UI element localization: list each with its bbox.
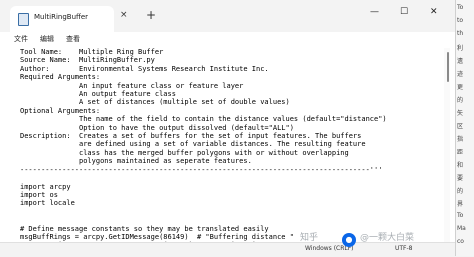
code-line: The name of the field to contain the dis… — [20, 115, 387, 124]
code-line: A set of distances (multiple set of doub… — [20, 98, 290, 107]
code-line: import locale — [20, 199, 75, 208]
status-bar: Windows (CRLF) UTF-8 — [0, 242, 455, 257]
side-panel-text: 距 — [457, 149, 464, 156]
menu-edit[interactable]: 编辑 — [40, 34, 54, 44]
code-line: # Define message constants so they may b… — [20, 224, 269, 233]
code-text: Tool Name: Multiple Ring Buffer Source Na… — [20, 48, 387, 242]
side-panel-text: th — [457, 30, 464, 37]
menu-file[interactable]: 文件 — [14, 34, 28, 44]
watermark-site: 知乎 — [300, 233, 319, 243]
notepad-window: MultiRingBuffer × + — ☐ ✕ 文件 编辑 查看 Tool … — [0, 0, 456, 257]
side-panel-text: 要 — [457, 175, 464, 182]
side-panel-text: 遗 — [457, 58, 464, 65]
code-line: ----------------------------------------… — [20, 165, 383, 174]
code-line: Source Name: MultiRingBuffer.py — [20, 56, 155, 65]
side-panel-text: Ma — [457, 225, 466, 232]
side-panel-text: 的 — [457, 97, 464, 104]
side-panel-text: 利 — [457, 45, 464, 52]
code-line: An output feature class — [20, 90, 176, 99]
menu-view[interactable]: 查看 — [66, 34, 80, 44]
code-line: class has the merged buffer polygons wit… — [20, 148, 349, 157]
encoding-status: UTF-8 — [395, 245, 413, 252]
tab-multiringbuffer[interactable]: MultiRingBuffer — [10, 6, 114, 32]
side-panel-text: 矢 — [457, 110, 464, 117]
zhihu-user-icon: ● — [342, 233, 356, 247]
minimize-icon[interactable]: — — [370, 6, 379, 18]
tab-close-icon[interactable]: × — [120, 10, 128, 20]
side-panel-text: 的 — [457, 188, 464, 195]
code-line: import arcpy — [20, 182, 71, 191]
side-panel-text: 迹 — [457, 71, 464, 78]
side-panel-text: 更 — [457, 84, 464, 91]
side-panel-text: 指 — [457, 136, 464, 143]
side-panel-text: To — [457, 212, 464, 219]
side-panel-text: To — [457, 4, 464, 11]
side-panel-text: to — [457, 17, 464, 24]
scrollbar-thumb[interactable] — [447, 52, 449, 82]
tab-title: MultiRingBuffer — [34, 13, 89, 21]
text-editor[interactable]: Tool Name: Multiple Ring Buffer Source Na… — [0, 48, 440, 242]
code-line: import os — [20, 190, 58, 199]
side-panel-text: co — [457, 238, 464, 245]
close-icon[interactable]: ✕ — [430, 6, 438, 18]
watermark-author: @一颗大白菜 — [360, 233, 415, 243]
side-panel-text: 区 — [457, 123, 464, 130]
code-line: Optional Arguments: — [20, 106, 101, 115]
code-line: Option to have the output dissolved (def… — [20, 123, 294, 132]
title-bar: MultiRingBuffer × + — ☐ ✕ — [0, 0, 455, 32]
code-line: Tool Name: Multiple Ring Buffer — [20, 48, 164, 56]
side-panel: To to th 利遗迹更的矢区指距和要的界 To Ma co — [456, 0, 474, 256]
menu-bar: 文件 编辑 查看 — [0, 32, 455, 48]
maximize-icon[interactable]: ☐ — [400, 6, 408, 18]
side-panel-text: 和 — [457, 162, 464, 169]
code-line: An input feature class or feature layer — [20, 81, 244, 90]
code-line: Author: Environmental Systems Research I… — [20, 64, 269, 73]
side-panel-text: 界 — [457, 201, 464, 208]
code-line: msgBuffRings = arcpy.GetIDMessage(86149)… — [20, 232, 294, 241]
code-line: Description: Creates a set of buffers fo… — [20, 132, 362, 141]
code-line: polygons maintained as seperate features… — [20, 157, 252, 166]
notepad-icon — [18, 13, 29, 26]
code-line: are defined using a set of variable dist… — [20, 140, 366, 149]
code-line: Required Arguments: — [20, 73, 101, 82]
new-tab-icon[interactable]: + — [146, 9, 156, 21]
